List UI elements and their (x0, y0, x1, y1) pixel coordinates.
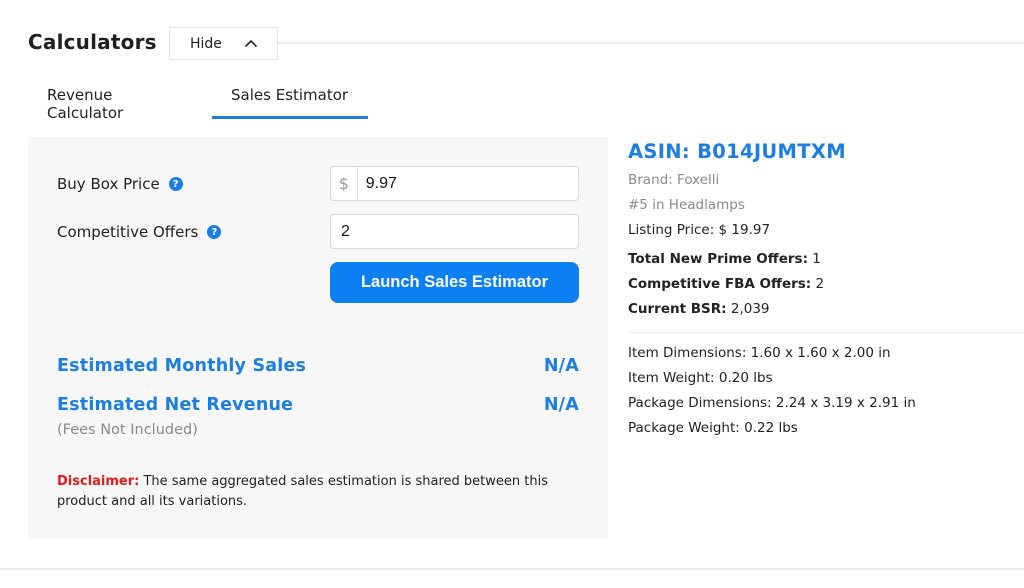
help-icon[interactable]: ? (207, 225, 222, 239)
competitive-offers-input[interactable] (331, 215, 578, 248)
info-divider (628, 332, 1024, 333)
package-weight: Package Weight: 0.22 lbs (628, 420, 798, 436)
buy-box-price-label: Buy Box Price (57, 175, 160, 193)
asin-title: ASIN: B014JUMTXM (628, 140, 846, 163)
fees-not-included-note: (Fees Not Included) (57, 422, 198, 438)
disclaimer-label: Disclaimer: (57, 474, 140, 489)
buy-box-price-input[interactable] (357, 167, 578, 200)
product-info: ASIN: B014JUMTXM Brand: Foxelli #5 in He… (628, 140, 1024, 441)
competitive-offers-field (330, 214, 579, 249)
header-divider (278, 42, 1024, 44)
chevron-up-icon (244, 37, 258, 51)
sales-estimator-panel: Buy Box Price ? $ Competitive Offers ? L… (28, 137, 608, 539)
competitive-fba-offers-label: Competitive FBA Offers: (628, 276, 812, 292)
package-dimensions: Package Dimensions: 2.24 x 3.19 x 2.91 i… (628, 395, 916, 411)
total-new-prime-offers: Total New Prime Offers: 1 (628, 247, 1024, 272)
current-bsr-value: 2,039 (726, 301, 770, 317)
section-bottom-divider (0, 568, 1024, 570)
item-weight: Item Weight: 0.20 lbs (628, 370, 773, 386)
hide-label: Hide (190, 35, 222, 52)
monthly-sales-value: N/A (543, 356, 579, 376)
competitive-offers-label: Competitive Offers (57, 223, 199, 241)
current-bsr: Current BSR: 2,039 (628, 297, 1024, 322)
current-bsr-label: Current BSR: (628, 301, 727, 317)
calculator-tabs: Revenue Calculator Sales Estimator (28, 84, 368, 122)
competitive-fba-offers-value: 2 (811, 276, 825, 292)
brand: Brand: Foxelli (628, 172, 720, 188)
page-title: Calculators (28, 30, 157, 54)
tab-revenue-calculator[interactable]: Revenue Calculator (28, 84, 212, 122)
buy-box-price-field: $ (330, 166, 579, 201)
launch-sales-estimator-button[interactable]: Launch Sales Estimator (330, 262, 579, 303)
estimated-net-revenue: Estimated Net Revenue N/A (57, 395, 579, 415)
help-icon[interactable]: ? (168, 177, 183, 191)
calculators-header: Calculators Hide (28, 27, 1024, 60)
category-rank: #5 in Headlamps (628, 197, 745, 213)
hide-button[interactable]: Hide (169, 27, 278, 60)
tab-sales-estimator[interactable]: Sales Estimator (212, 84, 368, 119)
competitive-offers-label-row: Competitive Offers ? (57, 223, 222, 241)
total-new-prime-offers-label: Total New Prime Offers: (628, 251, 808, 267)
item-dimensions: Item Dimensions: 1.60 x 1.60 x 2.00 in (628, 345, 891, 361)
estimated-monthly-sales: Estimated Monthly Sales N/A (57, 356, 579, 376)
disclaimer: Disclaimer: The same aggregated sales es… (57, 472, 557, 512)
total-new-prime-offers-value: 1 (807, 251, 821, 267)
listing-price: Listing Price: $ 19.97 (628, 222, 771, 238)
dollar-prefix: $ (331, 167, 358, 200)
monthly-sales-label: Estimated Monthly Sales (57, 356, 307, 376)
net-revenue-label: Estimated Net Revenue (57, 395, 294, 415)
buy-box-price-label-row: Buy Box Price ? (57, 175, 183, 193)
competitive-fba-offers: Competitive FBA Offers: 2 (628, 272, 1024, 297)
net-revenue-value: N/A (543, 395, 579, 415)
